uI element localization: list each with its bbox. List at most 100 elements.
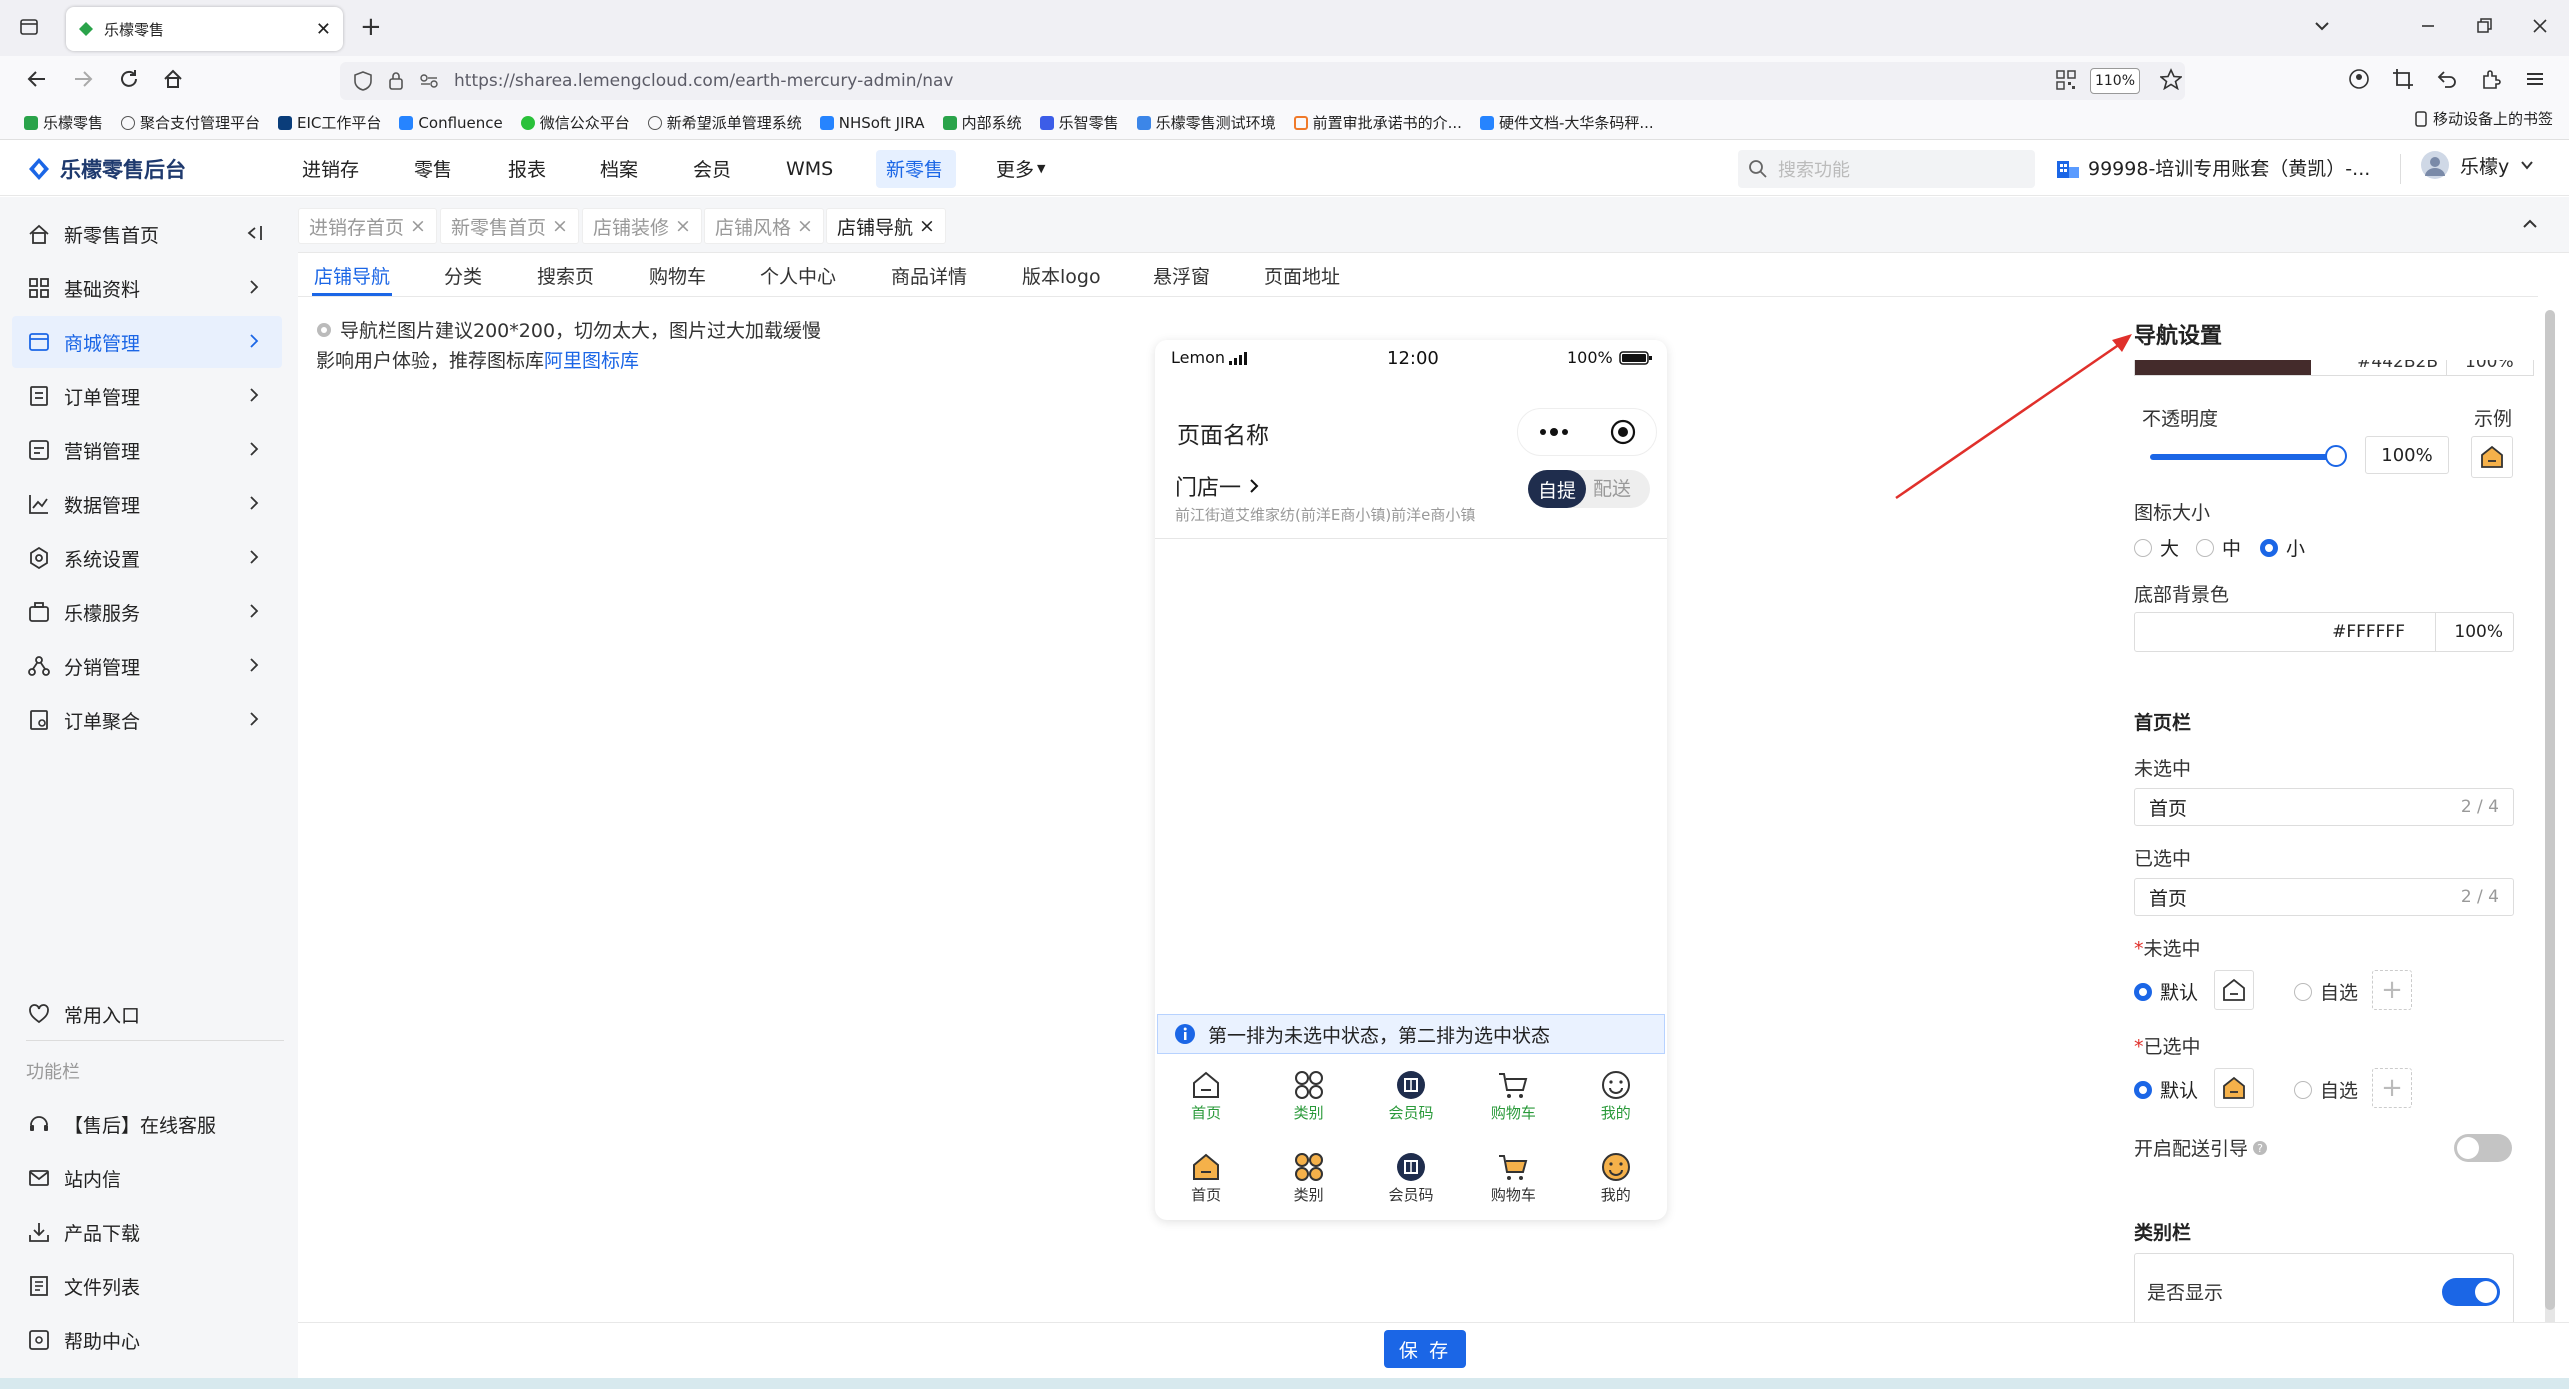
bookmark-item[interactable]: NHSoft JIRA [819, 114, 925, 132]
selected-custom-radio[interactable]: 自选 [2294, 1076, 2358, 1103]
tabbar-item-member-code[interactable]: 会员码 [1371, 1070, 1451, 1123]
tabbar-item-home[interactable]: 首页 [1166, 1070, 1246, 1123]
bookmark-item[interactable]: 前置审批承诺书的介... [1293, 112, 1462, 133]
undo-icon[interactable] [2436, 68, 2458, 90]
topnav-more[interactable]: 更多 ▼ [996, 141, 1045, 196]
sidebar-item-lemeng-service[interactable]: 乐檬服务 [12, 586, 282, 638]
sidebar-func-files[interactable]: 文件列表 [12, 1260, 282, 1312]
collapse-sidebar-icon[interactable] [244, 223, 264, 243]
bookmark-item[interactable]: 乐檬零售 [24, 112, 103, 133]
topnav-item-active[interactable]: 新零售 [886, 141, 943, 196]
minimize-icon[interactable] [2418, 16, 2438, 36]
close-tab-icon[interactable]: ✕ [316, 19, 331, 40]
page-tab[interactable]: 进销存首页 × [298, 208, 437, 244]
sidebar-item-system-settings[interactable]: 系统设置 [12, 532, 282, 584]
sidebar-item-basic-data[interactable]: 基础资料 [12, 262, 282, 314]
sidebar-item-new-retail-home[interactable]: 新零售首页 [12, 208, 282, 260]
sidebar-item-mall-management[interactable]: 商城管理 [12, 316, 282, 368]
unselected-custom-radio[interactable]: 自选 [2294, 978, 2358, 1005]
forward-icon[interactable] [72, 68, 94, 90]
list-all-tabs-icon[interactable] [2312, 16, 2332, 36]
topnav-item[interactable]: WMS [786, 141, 833, 196]
chevron-up-icon[interactable] [2520, 214, 2540, 234]
close-icon[interactable]: × [552, 215, 568, 237]
sidebar-item-order-management[interactable]: 订单管理 [12, 370, 282, 422]
permissions-icon[interactable] [420, 74, 438, 88]
delivery-guide-switch[interactable] [2454, 1134, 2512, 1162]
bookmark-item[interactable]: Confluence [399, 114, 503, 132]
category-show-switch[interactable] [2442, 1278, 2500, 1306]
account-selector[interactable]: 99998-培训专用账套（黄凯）-... [2056, 154, 2370, 181]
opacity-slider-track[interactable] [2150, 454, 2336, 460]
browser-tab[interactable]: 乐檬零售 ✕ [66, 7, 343, 51]
page-tab[interactable]: 店铺风格 × [704, 208, 824, 244]
brand-logo[interactable]: 乐檬零售后台 [28, 154, 186, 184]
sidebar-item-distribution[interactable]: 分销管理 [12, 640, 282, 692]
subtab-profile[interactable]: 个人中心 [760, 262, 836, 289]
page-tab-active[interactable]: 店铺导航 × [826, 208, 946, 244]
store-selector[interactable]: 门店一 [1175, 470, 1261, 502]
unselected-upload-plus-icon[interactable]: + [2372, 970, 2412, 1010]
bottom-bg-color-input[interactable]: #FFFFFF 100% [2134, 612, 2514, 652]
extensions-icon[interactable] [2480, 68, 2502, 90]
tabbar-item-mine[interactable]: 我的 [1576, 1070, 1656, 1123]
opacity-slider-handle[interactable] [2325, 445, 2347, 467]
close-icon[interactable]: × [675, 215, 691, 237]
close-window-icon[interactable] [2530, 16, 2550, 36]
bookmark-item[interactable]: 乐檬零售测试环境 [1136, 112, 1276, 133]
reload-icon[interactable] [118, 68, 140, 90]
bookmark-item[interactable]: 新希望派单管理系统 [647, 112, 802, 133]
tabbar-item-category-selected[interactable]: 类别 [1269, 1152, 1349, 1205]
topnav-item[interactable]: 零售 [414, 141, 452, 196]
selected-default-radio[interactable]: 默认 [2134, 1076, 2198, 1103]
subtab-floating-window[interactable]: 悬浮窗 [1153, 262, 1210, 289]
mobile-bookmarks[interactable]: 移动设备上的书签 [2415, 108, 2553, 129]
target-icon[interactable] [1610, 419, 1636, 445]
new-tab-icon[interactable]: + [360, 12, 382, 42]
tabbar-item-cart-selected[interactable]: 购物车 [1473, 1152, 1553, 1205]
page-tab[interactable]: 店铺装修 × [582, 208, 702, 244]
unselected-default-icon[interactable] [2214, 970, 2254, 1010]
question-icon[interactable]: ? [2252, 1140, 2268, 1156]
unselected-text-input[interactable]: 首页 2 / 4 [2134, 788, 2514, 826]
pickup-self-option[interactable]: 自提 [1528, 470, 1586, 508]
bookmark-item[interactable]: 微信公众平台 [520, 112, 630, 133]
sidebar-func-download[interactable]: 产品下载 [12, 1206, 282, 1258]
topnav-item[interactable]: 报表 [508, 141, 546, 196]
function-search[interactable]: 搜索功能 [1738, 150, 2035, 188]
icon-size-large-radio[interactable]: 大 [2134, 534, 2179, 561]
sidebar-item-order-aggregation[interactable]: 订单聚合 [12, 694, 282, 746]
pickup-delivery-option[interactable]: 配送 [1593, 470, 1631, 508]
more-dots-icon[interactable] [1539, 427, 1569, 437]
sidebar-item-marketing[interactable]: 营销管理 [12, 424, 282, 476]
shield-icon[interactable] [354, 71, 372, 91]
home-icon[interactable] [162, 68, 184, 90]
tabbar-item-home-selected[interactable]: 首页 [1166, 1152, 1246, 1205]
panel-scrollbar-thumb[interactable] [2545, 310, 2555, 1310]
restore-icon[interactable] [2474, 16, 2494, 36]
qr-code-icon[interactable] [2056, 70, 2076, 90]
save-button[interactable]: 保 存 [1384, 1330, 1466, 1368]
sidebar-item-data-management[interactable]: 数据管理 [12, 478, 282, 530]
sidebar-common-entry[interactable]: 常用入口 [12, 988, 282, 1040]
opacity-input[interactable]: 100% [2365, 436, 2449, 474]
tabbar-item-mine-selected[interactable]: 我的 [1576, 1152, 1656, 1205]
tabbar-item-category[interactable]: 类别 [1269, 1070, 1349, 1123]
subtab-product-detail[interactable]: 商品详情 [891, 262, 967, 289]
screenshot-icon[interactable] [2392, 68, 2414, 90]
topnav-item[interactable]: 档案 [600, 141, 638, 196]
subtab-category[interactable]: 分类 [444, 262, 482, 289]
selected-default-icon[interactable] [2214, 1068, 2254, 1108]
tabbar-item-cart[interactable]: 购物车 [1473, 1070, 1553, 1123]
subtab-search[interactable]: 搜索页 [537, 262, 594, 289]
icon-size-small-radio[interactable]: 小 [2260, 534, 2305, 561]
close-icon[interactable]: × [919, 215, 935, 237]
tab-list-icon[interactable] [20, 18, 38, 36]
subtab-page-url[interactable]: 页面地址 [1264, 262, 1340, 289]
subtab-store-nav[interactable]: 店铺导航 [314, 262, 390, 289]
icon-size-medium-radio[interactable]: 中 [2196, 534, 2241, 561]
nav-color-input-partial[interactable]: #442B2B 100% [2134, 360, 2534, 376]
subtab-version-logo[interactable]: 版本logo [1022, 262, 1101, 289]
user-menu[interactable]: 乐檬y [2420, 150, 2535, 180]
bookmark-item[interactable]: 聚合支付管理平台 [121, 112, 260, 133]
